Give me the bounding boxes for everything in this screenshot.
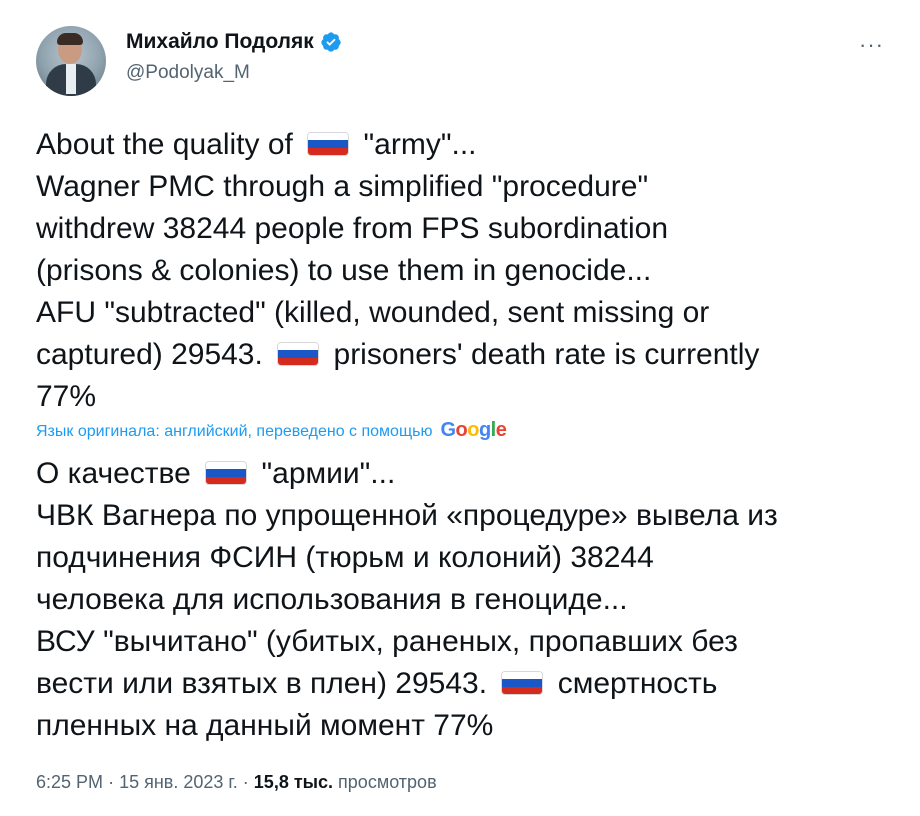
translated-line: ЧВК Вагнера по упрощенной «процедуре» вы… [36,499,778,532]
original-line: AFU "subtracted" (killed, wounded, sent … [36,296,710,329]
tweet-date[interactable]: 15 янв. 2023 г. [119,772,238,792]
author-handle[interactable]: @Podolyak_M [126,62,250,84]
flag-ru [501,671,544,695]
translated-line: вести или взятых в плен) 29543. смертнос… [36,667,718,700]
original-line: Wagner PMC through a simplified "procedu… [36,170,649,203]
author-name[interactable]: Михайло Подоляк [126,30,314,54]
tweet-header: Михайло Подоляк @Podolyak_M ··· [34,22,894,98]
tweet-time[interactable]: 6:25 PM [36,772,103,792]
translated-line: ВСУ "вычитано" (убитых, раненых, пропавш… [36,625,738,658]
verified-badge-icon [321,32,341,52]
translated-line: О качестве "армии"... [36,457,396,490]
translated-line: пленных на данный момент 77% [36,709,494,742]
tweet-original-text: About the quality of "army"... Wagner PMC… [36,124,896,418]
avatar[interactable] [36,26,106,96]
translation-note-text: Язык оригинала: английский, переведено с… [36,423,433,440]
flag-ru [277,342,320,366]
flag-ru [307,132,350,156]
tweet-meta: 6:25 PM · 15 янв. 2023 г. · 15,8 тыс. пр… [36,772,437,792]
original-line: captured) 29543. prisoners' death rate i… [36,338,760,371]
translation-note: Язык оригинала: английский, переведено с… [36,419,507,442]
google-logo: Google [440,419,507,441]
author-name-row[interactable]: Михайло Подоляк [126,30,342,54]
views-count: 15,8 тыс. [253,772,334,792]
translated-line: человека для использования в геноциде... [36,583,628,616]
original-line: withdrew 38244 people from FPS subordina… [36,212,669,245]
translated-line: подчинения ФСИН (тюрьм и колоний) 38244 [36,541,654,574]
views-label: просмотров [338,772,437,792]
original-line: 77% [36,380,97,413]
original-line: (prisons & colonies) to use them in geno… [36,254,652,287]
flag-ru [205,461,248,485]
tweet-translated-text: О качестве "армии"... ЧВК Вагнера по упро… [36,453,896,747]
more-options-icon[interactable]: ··· [859,32,884,58]
original-line: About the quality of "army"... [36,128,477,161]
